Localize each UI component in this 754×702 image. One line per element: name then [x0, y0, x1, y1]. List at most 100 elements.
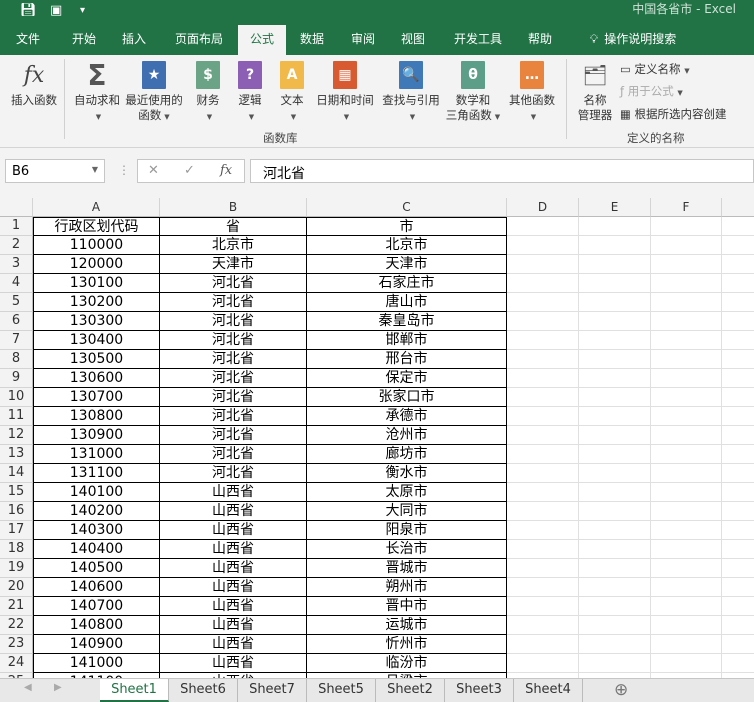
function-button-7[interactable]: θ 数学和 三角函数 ▼ — [444, 61, 502, 125]
empty-cell[interactable] — [579, 464, 651, 483]
empty-cell[interactable] — [722, 407, 754, 426]
scroll-right-icon[interactable]: ▶ — [54, 682, 62, 693]
tab-3[interactable]: 页面布局 — [160, 25, 238, 55]
empty-cell[interactable] — [507, 293, 579, 312]
empty-cell[interactable] — [651, 445, 722, 464]
empty-cell[interactable] — [579, 312, 651, 331]
row-header[interactable]: 18 — [0, 540, 33, 559]
empty-cell[interactable] — [722, 654, 754, 673]
cell-C24[interactable]: 临汾市 — [307, 654, 507, 673]
empty-cell[interactable] — [722, 426, 754, 445]
cell-A7[interactable]: 130400 — [33, 331, 160, 350]
empty-cell[interactable] — [722, 559, 754, 578]
row-header[interactable]: 17 — [0, 521, 33, 540]
empty-cell[interactable] — [722, 388, 754, 407]
empty-cell[interactable] — [722, 255, 754, 274]
row-header[interactable]: 23 — [0, 635, 33, 654]
cell-A2[interactable]: 110000 — [33, 236, 160, 255]
row-header[interactable]: 22 — [0, 616, 33, 635]
empty-cell[interactable] — [579, 388, 651, 407]
empty-cell[interactable] — [722, 578, 754, 597]
empty-cell[interactable] — [507, 502, 579, 521]
cell-C20[interactable]: 朔州市 — [307, 578, 507, 597]
row-header[interactable]: 15 — [0, 483, 33, 502]
cell-C3[interactable]: 天津市 — [307, 255, 507, 274]
empty-cell[interactable] — [651, 521, 722, 540]
empty-cell[interactable] — [579, 350, 651, 369]
column-header-E[interactable]: E — [579, 198, 651, 217]
row-header[interactable]: 3 — [0, 255, 33, 274]
empty-cell[interactable] — [579, 426, 651, 445]
cell-A12[interactable]: 130900 — [33, 426, 160, 445]
cell-A5[interactable]: 130200 — [33, 293, 160, 312]
cell-A3[interactable]: 120000 — [33, 255, 160, 274]
empty-cell[interactable] — [579, 654, 651, 673]
empty-cell[interactable] — [722, 312, 754, 331]
cell-B16[interactable]: 山西省 — [160, 502, 307, 521]
empty-cell[interactable] — [579, 483, 651, 502]
cell-C16[interactable]: 大同市 — [307, 502, 507, 521]
cell-A1[interactable]: 行政区划代码 — [33, 217, 160, 236]
cell-B11[interactable]: 河北省 — [160, 407, 307, 426]
tab-2[interactable]: 插入 — [108, 25, 160, 55]
empty-cell[interactable] — [579, 635, 651, 654]
empty-cell[interactable] — [579, 597, 651, 616]
column-header-B[interactable]: B — [160, 198, 307, 217]
empty-cell[interactable] — [722, 445, 754, 464]
cell-C15[interactable]: 太原市 — [307, 483, 507, 502]
empty-cell[interactable] — [651, 407, 722, 426]
row-header[interactable]: 10 — [0, 388, 33, 407]
row-header[interactable]: 6 — [0, 312, 33, 331]
empty-cell[interactable] — [651, 388, 722, 407]
cell-B20[interactable]: 山西省 — [160, 578, 307, 597]
cell-B15[interactable]: 山西省 — [160, 483, 307, 502]
cell-C11[interactable]: 承德市 — [307, 407, 507, 426]
tab-1[interactable]: 开始 — [56, 25, 112, 55]
row-header[interactable]: 16 — [0, 502, 33, 521]
empty-cell[interactable] — [507, 426, 579, 445]
row-header[interactable]: 2 — [0, 236, 33, 255]
cell-A21[interactable]: 140700 — [33, 597, 160, 616]
tab-0[interactable]: 文件 — [0, 25, 56, 55]
insert-function-button[interactable]: fx 插入函数 — [6, 61, 62, 108]
empty-cell[interactable] — [507, 540, 579, 559]
use-in-formula-button[interactable]: ƒ 用于公式 ▼ — [620, 84, 683, 101]
row-header[interactable]: 24 — [0, 654, 33, 673]
cell-B5[interactable]: 河北省 — [160, 293, 307, 312]
cell-C8[interactable]: 邢台市 — [307, 350, 507, 369]
spreadsheet-grid[interactable]: A B C D E F 1 行政区划代码省市 2 110000 北京市 北京市 3 120000 天津市 天津… — [0, 198, 754, 678]
cell-C10[interactable]: 张家口市 — [307, 388, 507, 407]
cell-A18[interactable]: 140400 — [33, 540, 160, 559]
empty-cell[interactable] — [651, 464, 722, 483]
cell-B13[interactable]: 河北省 — [160, 445, 307, 464]
cell-B4[interactable]: 河北省 — [160, 274, 307, 293]
empty-cell[interactable] — [579, 217, 651, 236]
empty-cell[interactable] — [507, 350, 579, 369]
empty-cell[interactable] — [507, 597, 579, 616]
empty-cell[interactable] — [722, 635, 754, 654]
empty-cell[interactable] — [651, 654, 722, 673]
empty-cell[interactable] — [579, 236, 651, 255]
row-header[interactable]: 19 — [0, 559, 33, 578]
empty-cell[interactable] — [507, 236, 579, 255]
layout-icon[interactable]: ▣ — [50, 3, 62, 18]
tab-9[interactable]: 帮助 — [518, 25, 562, 55]
empty-cell[interactable] — [651, 369, 722, 388]
define-name-button[interactable]: ▭ 定义名称 ▼ — [620, 62, 690, 79]
empty-cell[interactable] — [507, 369, 579, 388]
empty-cell[interactable] — [579, 540, 651, 559]
empty-cell[interactable] — [722, 350, 754, 369]
cell-A19[interactable]: 140500 — [33, 559, 160, 578]
cell-C17[interactable]: 阳泉市 — [307, 521, 507, 540]
empty-cell[interactable] — [651, 350, 722, 369]
empty-cell[interactable] — [579, 369, 651, 388]
formula-input[interactable]: 河北省 — [250, 159, 754, 183]
tab-7[interactable]: 视图 — [388, 25, 438, 55]
cell-C1[interactable]: 市 — [307, 217, 507, 236]
empty-cell[interactable] — [507, 616, 579, 635]
create-from-selection-button[interactable]: ▦ 根据所选内容创建 — [620, 107, 727, 122]
empty-cell[interactable] — [507, 578, 579, 597]
cell-C12[interactable]: 沧州市 — [307, 426, 507, 445]
empty-cell[interactable] — [507, 521, 579, 540]
empty-cell[interactable] — [507, 388, 579, 407]
